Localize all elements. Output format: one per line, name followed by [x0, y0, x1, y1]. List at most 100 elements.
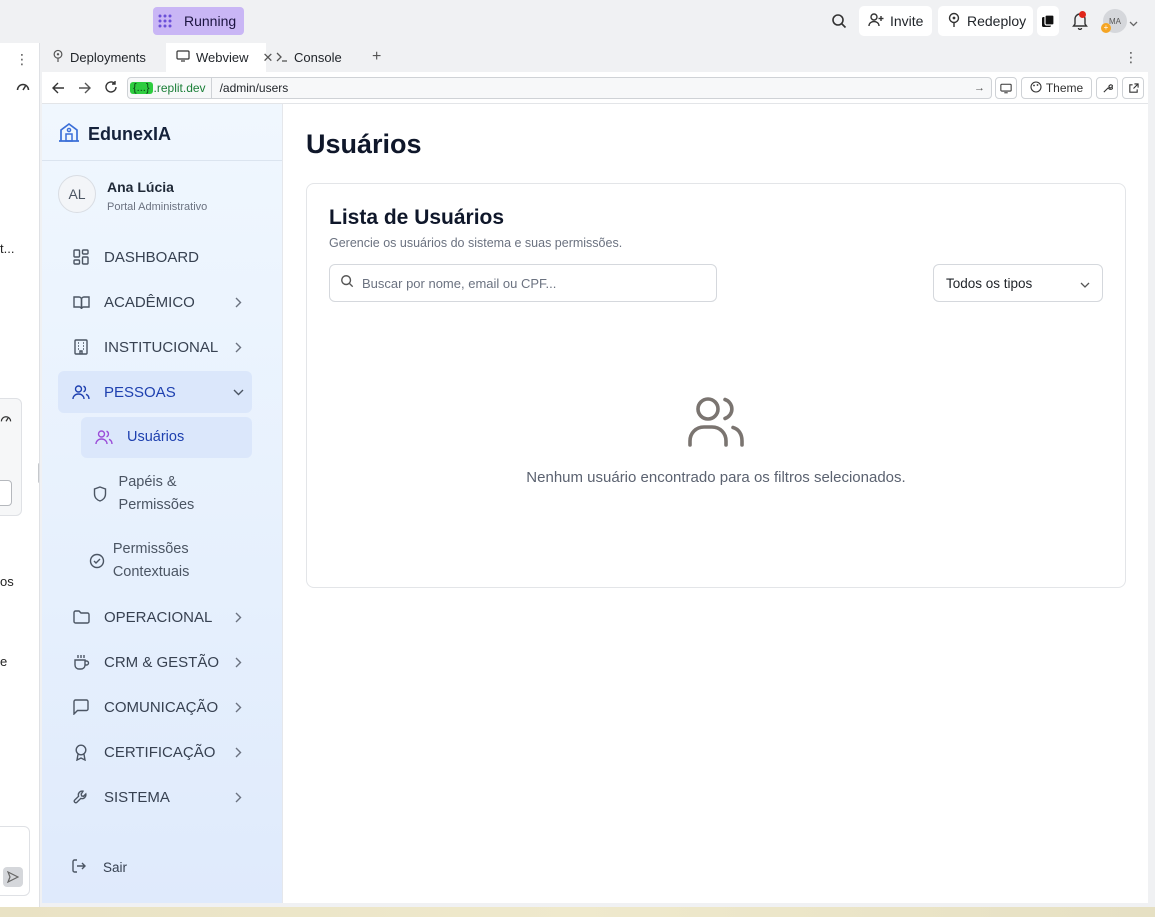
back-arrow-icon[interactable] [52, 81, 65, 99]
send-icon[interactable] [3, 867, 23, 887]
chevron-down-icon[interactable] [1129, 14, 1138, 32]
users-icon [687, 396, 745, 453]
log-out-icon [72, 859, 87, 876]
search-icon[interactable] [828, 10, 850, 32]
top-bar: Running Invite Redeploy MA + [0, 0, 1155, 43]
redeploy-button[interactable]: Redeploy [938, 6, 1033, 36]
device-preview-icon[interactable] [995, 77, 1017, 99]
tab-bar: Deployments Webview ✕ Console + ⋮ [42, 43, 1148, 72]
left-panel: ⋮ t... os e [0, 43, 40, 907]
book-open-icon [58, 295, 104, 310]
resize-handle[interactable] [38, 463, 39, 483]
chevron-right-icon [224, 342, 252, 353]
chevron-down-icon [1080, 276, 1090, 291]
sidebar-item-certificacao[interactable]: CERTIFICAÇÃO [58, 731, 252, 773]
url-host-badge: {...} [130, 82, 153, 94]
sidebar-item-institucional[interactable]: INSTITUCIONAL [58, 326, 252, 368]
kebab-menu-icon[interactable]: ⋮ [15, 51, 29, 68]
users-icon [81, 430, 127, 445]
webview-app: EdunexIA AL Ana Lúcia Portal Administrat… [42, 104, 1148, 903]
url-input[interactable]: {...} .replit.dev /admin/users → [127, 77, 992, 99]
wrench-icon [58, 789, 104, 805]
chevron-right-icon [224, 657, 252, 668]
gauge-icon[interactable] [0, 410, 12, 428]
tab-webview[interactable]: Webview ✕ [166, 43, 273, 72]
sidebar-item-label: CRM & GESTÃO [104, 653, 220, 671]
run-grid-icon[interactable] [153, 7, 177, 35]
message-square-icon [58, 699, 104, 715]
right-edge [1148, 43, 1155, 907]
wrench-icon[interactable] [1096, 77, 1118, 99]
palette-icon [1030, 80, 1042, 96]
chevron-right-icon [224, 702, 252, 713]
sidebar-item-comunicacao[interactable]: COMUNICAÇÃO [58, 686, 252, 728]
user-type-select[interactable]: Todos os tipos [933, 264, 1103, 302]
truncated-text: t... [0, 241, 15, 256]
truncated-text: e [0, 654, 8, 669]
tab-console[interactable]: Console [266, 43, 366, 72]
sidebar-item-label: COMUNICAÇÃO [104, 698, 219, 716]
sidebar-subitem-permissoes-contextuais[interactable]: Permissões Contextuais [81, 538, 221, 584]
layers-icon[interactable] [1037, 6, 1059, 36]
sidebar-item-pessoas[interactable]: PESSOAS [58, 371, 252, 413]
logout-label: Sair [103, 860, 128, 875]
gauge-icon[interactable] [16, 79, 30, 97]
tab-deployments[interactable]: Deployments [42, 43, 166, 72]
truncated-text: os [0, 574, 14, 589]
url-path: /admin/users [219, 81, 289, 95]
deploy-icon [52, 49, 64, 66]
sidebar-item-label: ACADÊMICO [104, 293, 195, 311]
search-icon [340, 274, 354, 293]
divider [42, 160, 282, 161]
select-value: Todos os tipos [946, 275, 1033, 291]
refresh-icon[interactable] [104, 80, 118, 99]
theme-label: Theme [1045, 81, 1084, 95]
check-circle-icon [81, 553, 113, 569]
sidebar-subitem-usuarios[interactable]: Usuários [81, 417, 252, 458]
add-user-icon [868, 12, 884, 30]
brand-name: EdunexIA [88, 123, 172, 144]
add-tab-icon[interactable]: + [372, 48, 381, 66]
left-panel-input[interactable] [0, 480, 12, 506]
sidebar-item-operacional[interactable]: OPERACIONAL [58, 596, 252, 638]
search-input[interactable] [362, 275, 706, 291]
sidebar-item-label: OPERACIONAL [104, 608, 213, 626]
card-title: Lista de Usuários [329, 206, 505, 229]
sidebar-subitem-papeis-permissoes[interactable]: Papéis & Permissões [81, 471, 231, 517]
tab-label: Deployments [70, 50, 146, 65]
award-icon [58, 743, 104, 761]
invite-button[interactable]: Invite [859, 6, 932, 36]
notification-dot [1079, 11, 1086, 18]
theme-button[interactable]: Theme [1021, 77, 1092, 99]
url-host: {...} .replit.dev [128, 78, 212, 98]
sidebar-item-dashboard[interactable]: DASHBOARD [58, 236, 252, 278]
url-bar: {...} .replit.dev /admin/users → Theme [42, 72, 1148, 104]
sidebar-item-sistema[interactable]: SISTEMA [58, 776, 252, 818]
search-field[interactable] [329, 264, 717, 302]
user-avatar: AL [58, 175, 96, 213]
school-icon [58, 122, 80, 147]
sidebar-subitem-label: Permissões Contextuais [112, 541, 190, 580]
sidebar-item-academico[interactable]: ACADÊMICO [58, 281, 252, 323]
open-external-icon[interactable] [1122, 77, 1144, 99]
sidebar: EdunexIA AL Ana Lúcia Portal Administrat… [42, 104, 283, 903]
go-arrow-icon[interactable]: → [974, 82, 985, 94]
desktop-taskbar-strip [0, 907, 1155, 917]
chevron-right-icon [224, 297, 252, 308]
chevron-right-icon [224, 792, 252, 803]
users-card: Lista de Usuários Gerencie os usuários d… [306, 183, 1126, 588]
forward-arrow-icon[interactable] [78, 81, 91, 99]
chevron-down-icon [224, 389, 252, 396]
building-icon [58, 339, 104, 355]
main-content: Usuários Lista de Usuários Gerencie os u… [284, 104, 1148, 903]
folder-icon [58, 610, 104, 624]
kebab-menu-icon[interactable]: ⋮ [1124, 49, 1138, 66]
coffee-icon [58, 654, 104, 670]
sidebar-item-label: INSTITUCIONAL [104, 338, 219, 356]
sidebar-item-crm-gestao[interactable]: CRM & GESTÃO [58, 641, 252, 683]
user-role: Portal Administrativo [107, 201, 208, 213]
logout-button[interactable]: Sair [72, 859, 127, 876]
url-host-domain: .replit.dev [153, 81, 206, 95]
brand[interactable]: EdunexIA [58, 120, 171, 148]
running-status-button[interactable]: Running [176, 7, 245, 35]
